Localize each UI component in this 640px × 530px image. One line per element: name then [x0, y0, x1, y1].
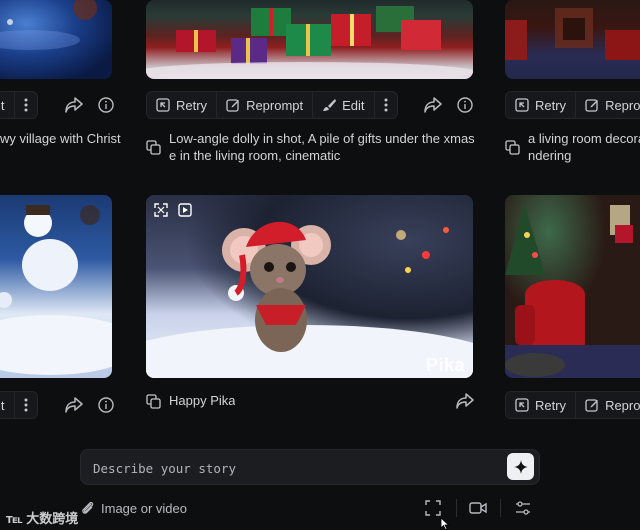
edit-label: it	[0, 397, 5, 413]
caption-happy-pika: Happy Pika	[146, 392, 346, 409]
more-button[interactable]	[14, 92, 37, 118]
caption-text: Low-angle dolly in shot, A pile of gifts…	[169, 130, 476, 164]
retry-label: Retry	[176, 97, 208, 113]
mid-left-toolbar: it	[0, 391, 38, 419]
expand-icon[interactable]	[151, 200, 171, 220]
bottom-toolbar: Image or video	[0, 490, 640, 530]
thumbnail-living-room[interactable]	[505, 0, 640, 79]
caption-line-2: ndering	[528, 148, 572, 163]
share-icon[interactable]	[423, 95, 443, 115]
top-center-button-group: Retry Reprompt Edit	[146, 91, 398, 119]
more-vertical-icon	[24, 398, 28, 412]
divider	[500, 499, 501, 517]
reprompt-label: Repro	[605, 397, 640, 413]
mid-right-toolbar: Retry Repro	[505, 391, 640, 419]
caption-text: a living room decorat ndering	[528, 130, 640, 164]
red-room-art	[505, 205, 640, 378]
caption-top-left: wy village with Christ	[0, 130, 140, 147]
logo-glyph: ℡	[6, 511, 27, 526]
top-right-button-group: Retry Repro	[505, 91, 640, 119]
play-icon[interactable]	[175, 200, 195, 220]
pika-watermark: Pika	[426, 355, 466, 375]
share-icon[interactable]	[64, 395, 84, 415]
aspect-ratio-icon[interactable]	[423, 498, 443, 518]
reprompt-button[interactable]: Reprompt	[217, 92, 314, 118]
edit-label: Edit	[342, 97, 365, 113]
mouse-cursor-icon	[440, 517, 450, 530]
more-vertical-icon	[24, 98, 28, 112]
top-right-toolbar: Retry Repro	[505, 91, 640, 119]
reprompt-label: Reprompt	[246, 97, 304, 113]
brush-icon	[322, 98, 337, 112]
info-icon[interactable]	[96, 95, 116, 115]
share-icon[interactable]	[455, 391, 475, 411]
story-prompt-input[interactable]	[93, 458, 493, 478]
reprompt-icon	[226, 98, 240, 112]
copy-icon[interactable]	[505, 131, 520, 164]
copy-icon[interactable]	[146, 393, 161, 409]
settings-sliders-icon[interactable]	[513, 498, 533, 518]
image-or-video-label[interactable]: Image or video	[101, 501, 187, 516]
retry-label: Retry	[535, 397, 567, 413]
mid-right-button-group: Retry Repro	[505, 391, 640, 419]
caption-line-2: e in the living room, cinematic	[169, 148, 341, 163]
thumbnail-snowman[interactable]	[0, 195, 112, 378]
reprompt-button[interactable]: Repro	[576, 92, 640, 118]
room-art	[505, 8, 640, 60]
sparkle-icon	[513, 459, 529, 475]
edit-button[interactable]: Edit	[313, 92, 375, 118]
retry-icon	[515, 98, 529, 112]
retry-button[interactable]: Retry	[147, 92, 218, 118]
retry-label: Retry	[535, 97, 567, 113]
prompt-box	[80, 449, 540, 485]
reprompt-button[interactable]: Repro	[576, 392, 640, 418]
more-button[interactable]	[14, 392, 37, 418]
reprompt-icon	[585, 98, 599, 112]
retry-icon	[156, 98, 170, 112]
edit-button[interactable]: it	[0, 392, 15, 418]
retry-button[interactable]: Retry	[506, 392, 577, 418]
thumbnail-red-living-room[interactable]	[505, 195, 640, 378]
caption-line-1: Low-angle dolly in shot, A pile of gifts…	[169, 131, 476, 146]
thumbnail-gifts[interactable]	[146, 0, 473, 79]
top-center-toolbar: Retry Reprompt Edit	[146, 91, 398, 119]
caption-line-1: a living room decorat	[528, 131, 640, 146]
more-vertical-icon	[384, 98, 388, 112]
caption-text: wy village with Christ	[0, 131, 121, 146]
top-left-button-group: it	[0, 91, 38, 119]
village-art	[0, 0, 97, 50]
retry-icon	[515, 398, 529, 412]
divider	[456, 499, 457, 517]
share-icon[interactable]	[64, 95, 84, 115]
logo-text: 大数跨境	[26, 511, 79, 526]
thumbnail-happy-pika[interactable]: Pika	[146, 195, 473, 378]
info-icon[interactable]	[96, 395, 116, 415]
retry-button[interactable]: Retry	[506, 92, 577, 118]
edit-label: it	[0, 97, 5, 113]
info-icon[interactable]	[455, 95, 475, 115]
watermark-logo: ℡ 大数跨境	[6, 508, 78, 527]
gifts-art	[146, 6, 473, 79]
edit-button[interactable]: it	[0, 92, 15, 118]
reprompt-label: Repro	[605, 97, 640, 113]
snowman-art	[0, 205, 112, 375]
generate-button[interactable]	[507, 453, 534, 480]
top-left-toolbar: it	[0, 91, 38, 119]
more-button[interactable]	[374, 92, 397, 118]
mouse-art	[146, 221, 473, 378]
copy-icon[interactable]	[146, 131, 161, 164]
caption-top-right: a living room decorat ndering	[505, 130, 640, 164]
video-camera-icon[interactable]	[468, 498, 488, 518]
thumbnail-snowy-village[interactable]	[0, 0, 112, 79]
caption-top-center: Low-angle dolly in shot, A pile of gifts…	[146, 130, 476, 164]
caption-text: Happy Pika	[169, 393, 236, 408]
reprompt-icon	[585, 398, 599, 412]
paperclip-icon[interactable]	[78, 498, 98, 518]
mid-left-button-group: it	[0, 391, 38, 419]
